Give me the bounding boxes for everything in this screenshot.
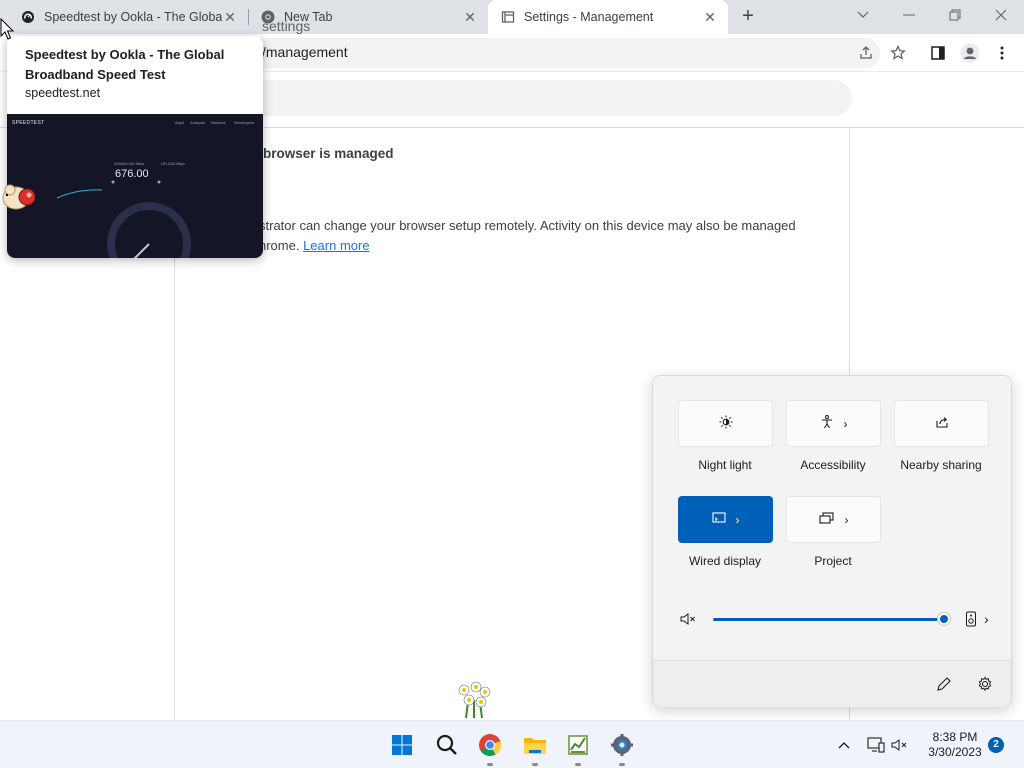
nearby-sharing-label: Nearby sharing (900, 458, 982, 472)
share-icon (935, 415, 949, 432)
close-icon[interactable]: ✕ (702, 9, 718, 25)
hover-card-title: Speedtest by Ookla - The Global Broadban… (25, 47, 225, 82)
settings-search-field[interactable] (180, 80, 852, 116)
learn-more-link[interactable]: Learn more (303, 238, 369, 253)
new-tab-button[interactable]: + (736, 5, 760, 29)
hover-card-preview: SPEEDTEST Apps Analysis Network Develope… (7, 114, 263, 258)
tab-label: New Tab (284, 10, 333, 24)
management-title: browser is managed (263, 146, 394, 161)
quick-settings-footer (653, 660, 1011, 707)
quick-settings-panel: Night light › Accessibility Nearby shari… (652, 375, 1012, 707)
address-url[interactable]: /management (262, 44, 348, 60)
nearby-sharing-toggle[interactable] (894, 400, 989, 447)
settings-page-icon (500, 9, 516, 25)
restore-icon[interactable] (932, 0, 978, 30)
close-icon[interactable]: ✕ (462, 9, 478, 25)
project-icon (818, 512, 835, 527)
side-panel-icon[interactable] (926, 41, 950, 65)
clock-time: 8:38 PM (932, 730, 978, 744)
tab-speedtest[interactable]: Speedtest by Ookla - The Global ✕ (8, 0, 248, 34)
notification-badge[interactable]: 2 (988, 737, 1004, 753)
hover-card-domain: speedtest.net (25, 86, 101, 100)
management-description-line1: strator can change your browser setup re… (259, 218, 796, 233)
chevron-up-icon[interactable] (834, 735, 854, 755)
tab-hover-card: Speedtest by Ookla - The Global Broadban… (7, 36, 263, 258)
share-icon[interactable] (854, 41, 878, 65)
management-description: strator can change your browser setup re… (259, 216, 819, 256)
tab-strip: Speedtest by Ookla - The Global ✕ New Ta… (0, 0, 1024, 34)
app-running-indicator (575, 763, 581, 766)
volume-slider-thumb[interactable] (938, 613, 950, 625)
clock[interactable]: 8:38 PM 3/30/2023 (926, 730, 984, 760)
tab-settings-management[interactable]: Settings - Management ✕ (488, 0, 728, 34)
speed-gauge-graphic (56, 180, 191, 258)
settings-gear-icon[interactable] (977, 676, 993, 695)
chrome-icon[interactable] (474, 729, 506, 761)
more-menu-icon[interactable] (990, 41, 1014, 65)
chevron-right-icon[interactable]: › (984, 611, 989, 627)
close-icon[interactable] (978, 0, 1024, 30)
management-description-line2: hrome. (259, 238, 304, 253)
mouse-cursor (0, 18, 14, 40)
volume-muted-icon[interactable] (890, 735, 910, 755)
accessibility-toggle[interactable]: › (786, 400, 881, 447)
chevron-right-icon[interactable]: › (845, 513, 849, 527)
taskbar: 8:38 PM 3/30/2023 2 (0, 720, 1024, 768)
app-running-indicator (487, 763, 493, 766)
project-label: Project (814, 554, 852, 568)
close-icon[interactable]: ✕ (222, 9, 238, 25)
app-running-indicator (619, 763, 625, 766)
night-light-label: Night light (698, 458, 752, 472)
tab-label: Speedtest by Ookla - The Global (44, 10, 222, 24)
flower-sprite (458, 681, 491, 719)
search-icon[interactable] (431, 729, 463, 761)
task-manager-icon[interactable] (562, 729, 594, 761)
volume-slider-track[interactable] (713, 618, 945, 621)
wired-display-toggle[interactable]: › (678, 496, 773, 543)
edit-pencil-icon[interactable] (936, 676, 952, 695)
profile-avatar-icon[interactable] (958, 41, 982, 65)
file-explorer-icon[interactable] (519, 729, 551, 761)
chevron-down-icon[interactable] (840, 0, 886, 30)
project-toggle[interactable]: › (786, 496, 881, 543)
app-running-indicator (532, 763, 538, 766)
speedtest-icon (20, 9, 36, 25)
clock-date: 3/30/2023 (928, 745, 982, 759)
cast-icon (711, 512, 726, 527)
accessibility-icon (820, 415, 834, 432)
settings-search-placeholder[interactable]: settings (262, 18, 310, 34)
start-icon[interactable] (386, 729, 418, 761)
minimize-icon[interactable] (886, 0, 932, 30)
volume-muted-icon[interactable] (680, 612, 696, 629)
sheep-sprite (2, 184, 36, 210)
accessibility-label: Accessibility (800, 458, 866, 472)
settings-icon[interactable] (606, 729, 638, 761)
night-light-toggle[interactable] (678, 400, 773, 447)
chevron-right-icon[interactable]: › (736, 513, 740, 527)
wired-display-label: Wired display (688, 554, 762, 568)
network-icon[interactable] (866, 735, 886, 755)
brightness-icon (719, 415, 733, 432)
audio-output-icon[interactable] (965, 611, 977, 630)
chevron-right-icon[interactable]: › (844, 417, 848, 431)
bookmark-star-icon[interactable] (886, 41, 910, 65)
tab-label: Settings - Management (524, 10, 654, 24)
